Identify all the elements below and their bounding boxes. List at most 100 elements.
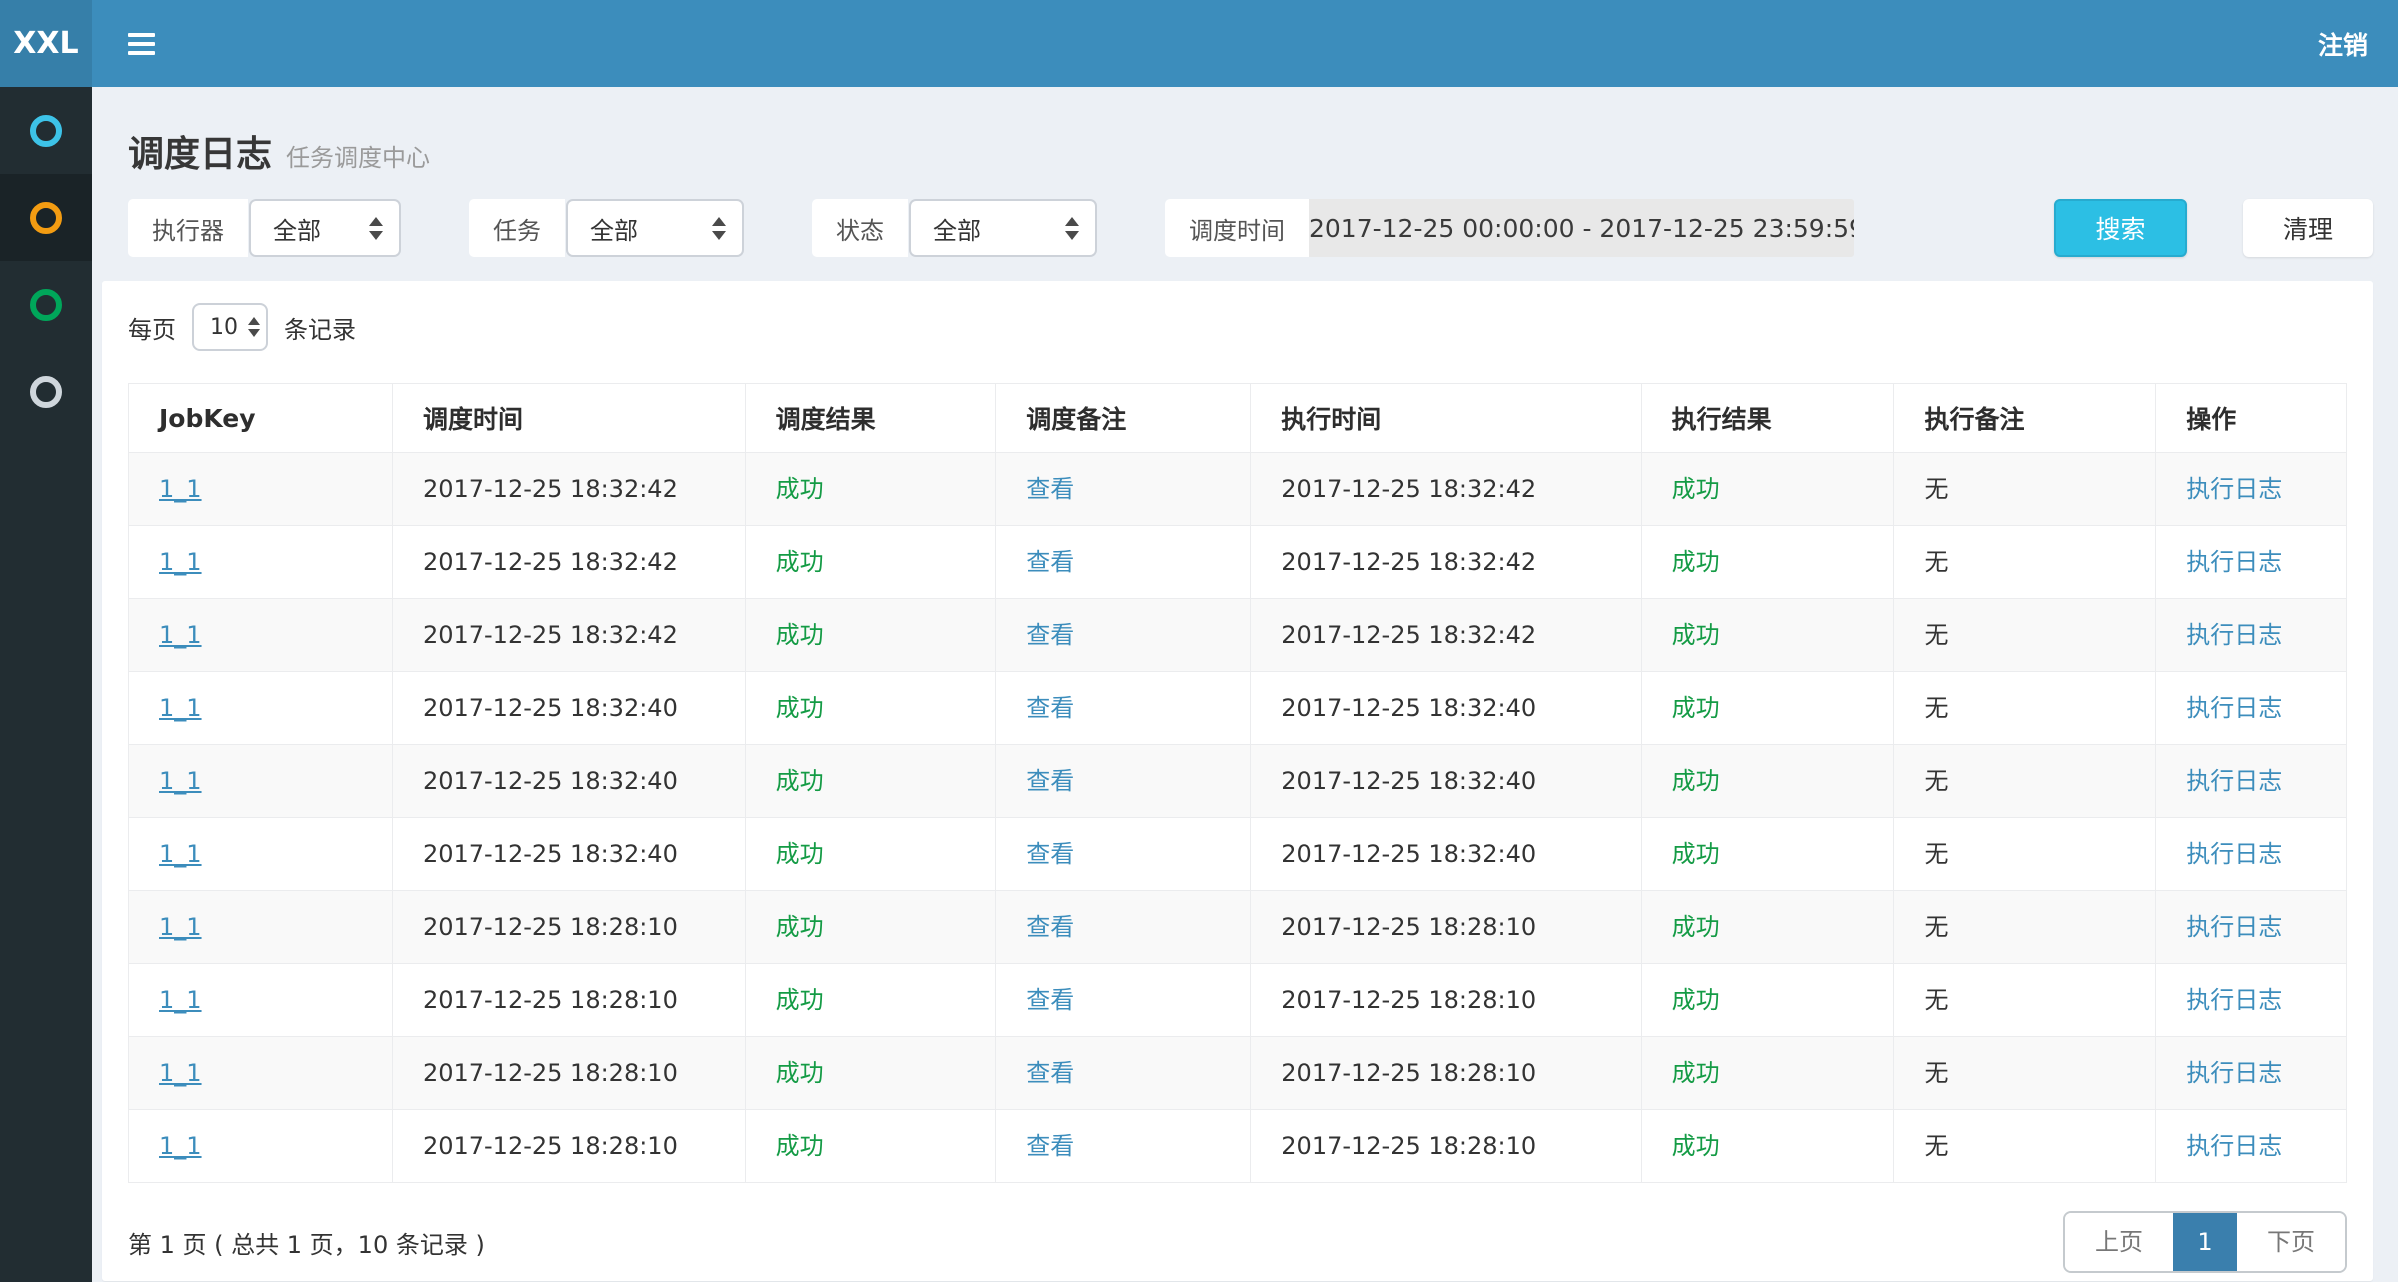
view-msg-link[interactable]: 查看 <box>1026 621 1074 649</box>
handle-msg-cell: 无 <box>1894 453 2156 526</box>
trigger-time-cell: 2017-12-25 18:28:10 <box>392 1037 745 1110</box>
trigger-result-cell: 成功 <box>745 453 996 526</box>
executor-select[interactable]: 全部 <box>249 199 401 257</box>
circle-icon <box>30 115 62 147</box>
view-msg-link[interactable]: 查看 <box>1026 986 1074 1014</box>
exec-log-link[interactable]: 执行日志 <box>2186 621 2282 649</box>
jobkey-link[interactable]: 1_1 <box>159 475 202 503</box>
handle-msg-cell: 无 <box>1894 891 2156 964</box>
exec-log-link[interactable]: 执行日志 <box>2186 548 2282 576</box>
pagesize-value: 10 <box>210 315 238 340</box>
jobkey-link[interactable]: 1_1 <box>159 913 202 941</box>
app-logo[interactable]: XXL <box>0 0 92 87</box>
handle-msg-cell: 无 <box>1894 1110 2156 1183</box>
pagesize-suffix: 条记录 <box>284 310 356 345</box>
exec-log-link[interactable]: 执行日志 <box>2186 475 2282 503</box>
view-msg-link[interactable]: 查看 <box>1026 694 1074 722</box>
jobkey-link[interactable]: 1_1 <box>159 986 202 1014</box>
select-stepper-icon <box>712 217 726 240</box>
column-header-trigger-result: 调度结果 <box>745 384 996 453</box>
exec-log-link[interactable]: 执行日志 <box>2186 986 2282 1014</box>
jobkey-link[interactable]: 1_1 <box>159 694 202 722</box>
next-page-button[interactable]: 下页 <box>2237 1213 2345 1271</box>
handle-time-cell: 2017-12-25 18:32:40 <box>1251 672 1641 745</box>
handle-msg-cell: 无 <box>1894 964 2156 1037</box>
exec-log-link[interactable]: 执行日志 <box>2186 694 2282 722</box>
jobkey-link[interactable]: 1_1 <box>159 621 202 649</box>
trigger-result-cell: 成功 <box>745 745 996 818</box>
circle-icon <box>30 289 62 321</box>
status-select[interactable]: 全部 <box>909 199 1097 257</box>
pagesize-prefix: 每页 <box>128 310 176 345</box>
handle-time-cell: 2017-12-25 18:32:42 <box>1251 599 1641 672</box>
table-header-row: JobKey 调度时间 调度结果 调度备注 执行时间 执行结果 执行备注 操作 <box>129 384 2347 453</box>
jobkey-link[interactable]: 1_1 <box>159 1132 202 1160</box>
jobkey-cell: 1_1 <box>129 1110 393 1183</box>
handle-msg-cell: 无 <box>1894 745 2156 818</box>
sidebar-item-3[interactable] <box>0 261 92 348</box>
handle-result-cell: 成功 <box>1641 672 1894 745</box>
trigger-time-cell: 2017-12-25 18:32:42 <box>392 599 745 672</box>
trigger-msg-cell: 查看 <box>996 964 1251 1037</box>
sidebar-item-1[interactable] <box>0 87 92 174</box>
view-msg-link[interactable]: 查看 <box>1026 1132 1074 1160</box>
prev-page-button[interactable]: 上页 <box>2065 1213 2173 1271</box>
log-table-wrap: JobKey 调度时间 调度结果 调度备注 执行时间 执行结果 执行备注 操作 … <box>128 383 2347 1183</box>
top-navbar: XXL 注销 <box>0 0 2398 87</box>
jobkey-link[interactable]: 1_1 <box>159 767 202 795</box>
jobkey-link[interactable]: 1_1 <box>159 548 202 576</box>
circle-icon <box>30 202 62 234</box>
handle-result-cell: 成功 <box>1641 891 1894 964</box>
jobkey-link[interactable]: 1_1 <box>159 840 202 868</box>
exec-log-link[interactable]: 执行日志 <box>2186 767 2282 795</box>
executor-label: 执行器 <box>128 199 248 257</box>
trigger-msg-cell: 查看 <box>996 453 1251 526</box>
table-row: 1_1 2017-12-25 18:32:42 成功 查看 2017-12-25… <box>129 453 2347 526</box>
sidebar-toggle-icon[interactable] <box>118 18 165 70</box>
log-panel: 每页 10 条记录 JobKey 调度时间 调度结果 <box>102 281 2373 1281</box>
handle-time-cell: 2017-12-25 18:32:42 <box>1251 526 1641 599</box>
handle-time-cell: 2017-12-25 18:28:10 <box>1251 1110 1641 1183</box>
view-msg-link[interactable]: 查看 <box>1026 475 1074 503</box>
trigger-msg-cell: 查看 <box>996 526 1251 599</box>
handle-time-cell: 2017-12-25 18:32:40 <box>1251 745 1641 818</box>
action-cell: 执行日志 <box>2156 1110 2347 1183</box>
logout-link[interactable]: 注销 <box>2318 26 2368 62</box>
sidebar-item-2[interactable] <box>0 174 92 261</box>
exec-log-link[interactable]: 执行日志 <box>2186 1059 2282 1087</box>
view-msg-link[interactable]: 查看 <box>1026 767 1074 795</box>
sidebar-item-4[interactable] <box>0 348 92 435</box>
log-table: JobKey 调度时间 调度结果 调度备注 执行时间 执行结果 执行备注 操作 … <box>128 383 2347 1183</box>
exec-log-link[interactable]: 执行日志 <box>2186 913 2282 941</box>
view-msg-link[interactable]: 查看 <box>1026 913 1074 941</box>
handle-result-cell: 成功 <box>1641 1110 1894 1183</box>
table-row: 1_1 2017-12-25 18:28:10 成功 查看 2017-12-25… <box>129 891 2347 964</box>
view-msg-link[interactable]: 查看 <box>1026 548 1074 576</box>
clear-button[interactable]: 清理 <box>2243 199 2373 257</box>
trigger-result-cell: 成功 <box>745 1037 996 1110</box>
exec-log-link[interactable]: 执行日志 <box>2186 1132 2282 1160</box>
time-range-input[interactable] <box>1309 199 1854 257</box>
jobkey-link[interactable]: 1_1 <box>159 1059 202 1087</box>
column-header-handle-time: 执行时间 <box>1251 384 1641 453</box>
trigger-msg-cell: 查看 <box>996 745 1251 818</box>
view-msg-link[interactable]: 查看 <box>1026 1059 1074 1087</box>
action-cell: 执行日志 <box>2156 964 2347 1037</box>
action-cell: 执行日志 <box>2156 1037 2347 1110</box>
handle-msg-cell: 无 <box>1894 818 2156 891</box>
page-summary: 第 1 页 ( 总共 1 页，10 条记录 ) <box>128 1225 485 1260</box>
column-header-trigger-msg: 调度备注 <box>996 384 1251 453</box>
current-page-button[interactable]: 1 <box>2173 1213 2237 1271</box>
handle-result-cell: 成功 <box>1641 599 1894 672</box>
action-cell: 执行日志 <box>2156 818 2347 891</box>
view-msg-link[interactable]: 查看 <box>1026 840 1074 868</box>
table-row: 1_1 2017-12-25 18:28:10 成功 查看 2017-12-25… <box>129 1110 2347 1183</box>
table-row: 1_1 2017-12-25 18:28:10 成功 查看 2017-12-25… <box>129 1037 2347 1110</box>
handle-msg-cell: 无 <box>1894 672 2156 745</box>
action-cell: 执行日志 <box>2156 453 2347 526</box>
pagesize-select[interactable]: 10 <box>192 303 268 351</box>
search-button[interactable]: 搜索 <box>2054 199 2187 257</box>
job-select[interactable]: 全部 <box>566 199 744 257</box>
exec-log-link[interactable]: 执行日志 <box>2186 840 2282 868</box>
select-stepper-icon <box>1065 217 1079 240</box>
